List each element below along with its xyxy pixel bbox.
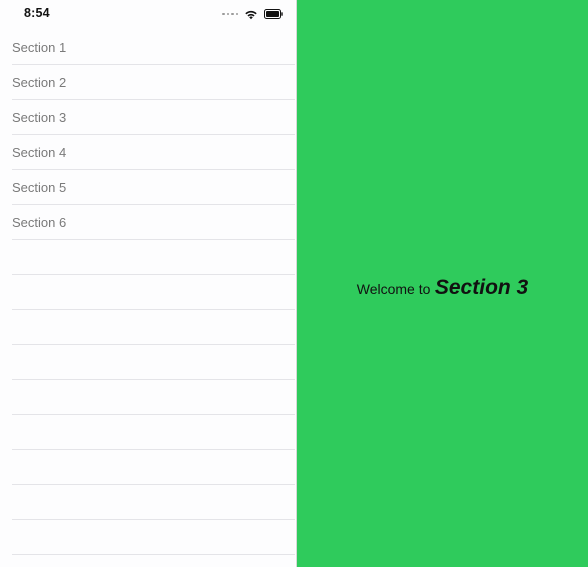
table-row[interactable] — [0, 520, 295, 555]
detail-pane: Welcome to Section 3 — [296, 0, 588, 567]
table-row[interactable]: Section 4 — [0, 135, 295, 170]
status-icons — [222, 8, 283, 20]
master-pane: 8:54 Section 1 Section 2 Section 3 Section … — [0, 0, 295, 567]
table-row[interactable]: Section 3 — [0, 100, 295, 135]
welcome-section-title: Section 3 — [434, 276, 529, 299]
table-row[interactable] — [0, 450, 295, 485]
wifi-icon — [245, 10, 257, 19]
table-row[interactable] — [0, 275, 295, 310]
row-label: Section 1 — [12, 40, 67, 55]
table-row[interactable]: Section 6 — [0, 205, 295, 240]
table-row[interactable]: Section 5 — [0, 170, 295, 205]
status-time: 8:54 — [24, 6, 50, 20]
table-row[interactable] — [0, 380, 295, 415]
table-row[interactable]: Section 2 — [0, 65, 295, 100]
table-row[interactable] — [0, 485, 295, 520]
table-row[interactable] — [0, 240, 295, 275]
battery-icon — [264, 9, 283, 19]
table-row[interactable] — [0, 345, 295, 380]
welcome-message: Welcome to Section 3 — [297, 276, 588, 300]
table-row[interactable] — [0, 310, 295, 345]
sections-table: Section 1 Section 2 Section 3 Section 4 Sect… — [0, 30, 295, 555]
row-label: Section 6 — [12, 215, 67, 230]
row-label: Section 2 — [12, 75, 67, 90]
status-bar: 8:54 — [0, 0, 295, 28]
row-label: Section 3 — [12, 110, 67, 125]
table-row[interactable] — [0, 415, 295, 450]
row-label: Section 4 — [12, 145, 67, 160]
split-view: 8:54 Section 1 Section 2 Section 3 Section … — [0, 0, 588, 567]
signal-dots-icon — [222, 12, 238, 16]
welcome-prefix: Welcome to — [356, 281, 431, 297]
table-row[interactable]: Section 1 — [0, 30, 295, 65]
row-label: Section 5 — [12, 180, 67, 195]
